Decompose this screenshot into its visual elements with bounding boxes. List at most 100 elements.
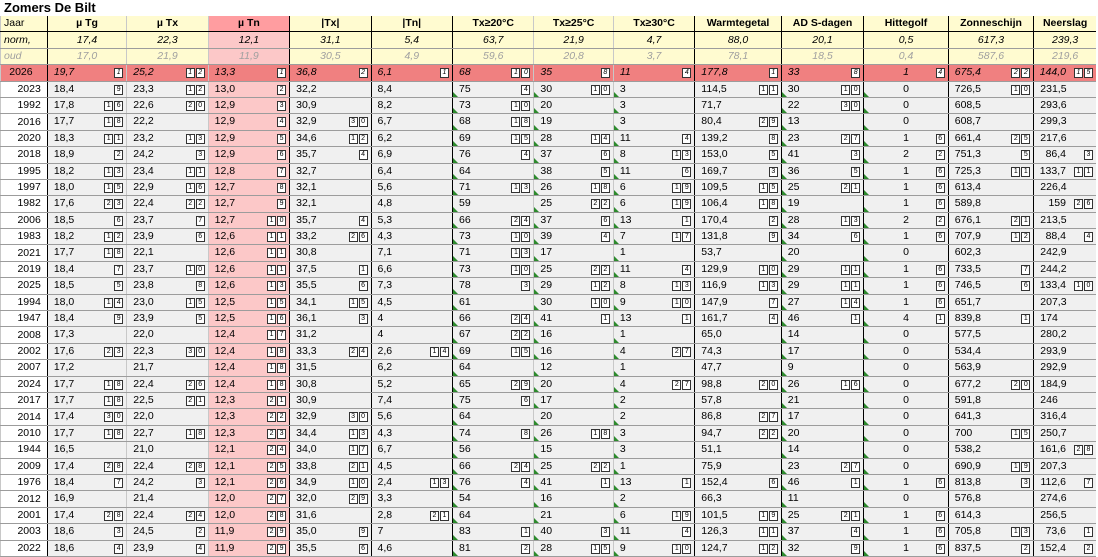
cell-warmtegetal[interactable]: 71,7 xyxy=(694,97,782,115)
cell-tn[interactable]: 6,2 xyxy=(370,359,453,377)
cell-hittegolf[interactable]: 16 xyxy=(863,195,949,213)
cell-tx[interactable]: 31,6 xyxy=(289,507,372,525)
cell-tn[interactable]: 12,4 1 8 xyxy=(207,376,290,393)
cell-tx[interactable]: 30,8 xyxy=(289,244,372,262)
cell-tg[interactable]: 17,7 1 8 xyxy=(46,392,127,410)
cell-tg[interactable]: 18,4 7 xyxy=(46,474,127,492)
cell-warmtegetal[interactable]: 78,1 xyxy=(694,48,782,66)
cell-tx-20-c[interactable]: 71 1 3 xyxy=(451,179,534,197)
cell-tn[interactable]: 5,3 xyxy=(370,212,453,230)
cell-tx-20-c[interactable]: 64 xyxy=(451,507,534,525)
cell-tn[interactable]: 12,6 1 1 xyxy=(207,261,290,279)
cell-hittegolf[interactable]: 0,5 xyxy=(863,31,949,49)
cell-tg[interactable]: 16,9 xyxy=(46,490,127,508)
cell-zonneschijn[interactable]: 538,2 xyxy=(947,441,1034,459)
cell-tg[interactable]: 18,3 1 1 xyxy=(46,130,127,148)
cell-zonneschijn[interactable]: 577,5 xyxy=(947,326,1034,344)
cell-tn[interactable]: 12,3 2 3 xyxy=(207,425,290,443)
cell-ad-s-dagen[interactable]: 14 xyxy=(780,441,864,459)
cell-tx-30-c[interactable]: 11 6 xyxy=(612,163,695,180)
cell-jaar[interactable]: 2022 xyxy=(0,540,48,557)
cell-tn[interactable]: 12,1 2 6 xyxy=(207,474,290,492)
cell-zonneschijn[interactable]: 675,4 2 2 xyxy=(947,64,1034,82)
cell-hittegolf[interactable]: 0 xyxy=(863,392,949,410)
cell-jaar[interactable]: 2026 xyxy=(0,64,48,82)
cell-tx-30-c[interactable]: 2 xyxy=(612,408,695,426)
cell-tn[interactable]: 12,3 2 2 xyxy=(207,408,290,426)
cell-tg[interactable]: 18,4 9 xyxy=(46,81,127,98)
cell-hittegolf[interactable]: 16 xyxy=(863,163,949,180)
cell-tx[interactable]: 23,7 7 xyxy=(126,212,209,230)
cell-tn[interactable]: 12,9 3 xyxy=(207,97,290,115)
cell-neerslag[interactable]: 184,9 xyxy=(1033,376,1096,393)
cell-tx[interactable]: 35,5 6 xyxy=(289,540,372,557)
cell-neerslag[interactable]: 231,5 xyxy=(1033,81,1096,98)
cell-tn[interactable]: 7 xyxy=(370,523,453,541)
cell-neerslag[interactable]: 293,9 xyxy=(1033,343,1096,361)
cell-zonneschijn[interactable]: 641,3 xyxy=(947,408,1034,426)
cell-ad-s-dagen[interactable]: 21 xyxy=(780,392,864,410)
cell-zonneschijn[interactable]: 651,7 xyxy=(947,294,1034,312)
cell-zonneschijn[interactable]: 608,5 xyxy=(947,97,1034,115)
cell-zonneschijn[interactable]: 690,9 1 9 xyxy=(947,458,1034,475)
cell-zonneschijn[interactable]: 613,4 xyxy=(947,179,1034,197)
cell-tx[interactable]: 32,1 xyxy=(289,179,372,197)
cell-warmtegetal[interactable]: 57,8 xyxy=(694,392,782,410)
cell-tx-25-c[interactable]: 16 xyxy=(533,343,614,361)
cell-tx-30-c[interactable]: 1 xyxy=(612,326,695,344)
cell-zonneschijn[interactable]: 700 1 5 xyxy=(947,425,1034,443)
cell-tn[interactable]: 3,3 xyxy=(370,490,453,508)
cell-tx[interactable]: 24,2 3 xyxy=(126,146,209,164)
cell-tx-25-c[interactable]: 12 xyxy=(533,359,614,377)
cell-tx-20-c[interactable]: 64 xyxy=(451,163,534,180)
cell-tx[interactable]: 31,2 xyxy=(289,326,372,344)
cell-hittegolf[interactable]: 16 xyxy=(863,474,949,492)
cell-neerslag[interactable]: 174 xyxy=(1033,310,1096,328)
cell-hittegolf[interactable]: 41 xyxy=(863,310,949,328)
cell-ad-s-dagen[interactable]: 33 8 xyxy=(780,64,864,82)
cell-neerslag[interactable]: 239,3 xyxy=(1033,31,1096,49)
cell-neerslag[interactable]: 244,2 xyxy=(1033,261,1096,279)
cell-tg[interactable]: 18,4 9 xyxy=(46,310,127,328)
cell-tn[interactable]: 5,6 xyxy=(370,179,453,197)
cell-jaar[interactable]: 2009 xyxy=(0,458,48,475)
cell-tx[interactable]: 23,3 1 2 xyxy=(126,81,209,98)
cell-hittegolf[interactable]: 0 xyxy=(863,113,949,131)
cell-hittegolf[interactable]: 0 xyxy=(863,326,949,344)
cell-tx[interactable]: 22,5 2 1 xyxy=(126,392,209,410)
cell-tg[interactable]: 17,3 xyxy=(46,326,127,344)
cell-tn[interactable]: 6,7 xyxy=(370,441,453,459)
cell-zonneschijn[interactable]: 608,7 xyxy=(947,113,1034,131)
cell-tn[interactable]: 6,2 xyxy=(370,130,453,148)
cell-tg[interactable]: 17,4 2 8 xyxy=(46,507,127,525)
cell-neerslag[interactable]: 316,4 xyxy=(1033,408,1096,426)
cell-tx-25-c[interactable]: 26 1 8 xyxy=(533,425,614,443)
cell-tx[interactable]: 30,9 xyxy=(289,392,372,410)
cell-tx-25-c[interactable]: 29 1 2 xyxy=(533,277,614,295)
cell-neerslag[interactable]: 159 2 6 xyxy=(1033,195,1096,213)
cell-tg[interactable]: 18,6 4 xyxy=(46,540,127,557)
cell-tx-20-c[interactable]: 54 xyxy=(451,490,534,508)
cell-tx-30-c[interactable]: 8 13 xyxy=(612,146,695,164)
cell-tx-30-c[interactable]: 13 1 xyxy=(612,212,695,230)
cell-neerslag[interactable]: 246 xyxy=(1033,392,1096,410)
cell-tx[interactable]: 23,9 6 xyxy=(126,228,209,246)
cell-neerslag[interactable]: 274,6 xyxy=(1033,490,1096,508)
cell-warmtegetal[interactable]: 101,5 1 9 xyxy=(694,507,782,525)
cell-tg[interactable]: 17,4 3 0 xyxy=(46,408,127,426)
cell-neerslag[interactable]: 133,7 1 1 xyxy=(1033,163,1096,180)
cell-tx[interactable]: 31,1 xyxy=(289,31,372,49)
cell-tx[interactable]: 32,7 xyxy=(289,163,372,180)
cell-zonneschijn[interactable]: 676,1 2 1 xyxy=(947,212,1034,230)
cell-tx-30-c[interactable]: 3 xyxy=(612,113,695,131)
cell-tx[interactable]: 32,9 3 0 xyxy=(289,113,372,131)
cell-tx[interactable]: 33,8 2 1 xyxy=(289,458,372,475)
cell-tx-20-c[interactable]: 66 2 4 xyxy=(451,212,534,230)
cell-tx-25-c[interactable]: 20 xyxy=(533,376,614,393)
cell-warmtegetal[interactable]: 74,3 xyxy=(694,343,782,361)
cell-ad-s-dagen[interactable]: 23 2 7 xyxy=(780,130,864,148)
cell-tn[interactable]: 4 xyxy=(370,310,453,328)
cell-tn[interactable]: 12,5 1 6 xyxy=(207,310,290,328)
cell-jaar[interactable]: 1997 xyxy=(0,179,48,197)
cell-tg[interactable]: 16,5 xyxy=(46,441,127,459)
